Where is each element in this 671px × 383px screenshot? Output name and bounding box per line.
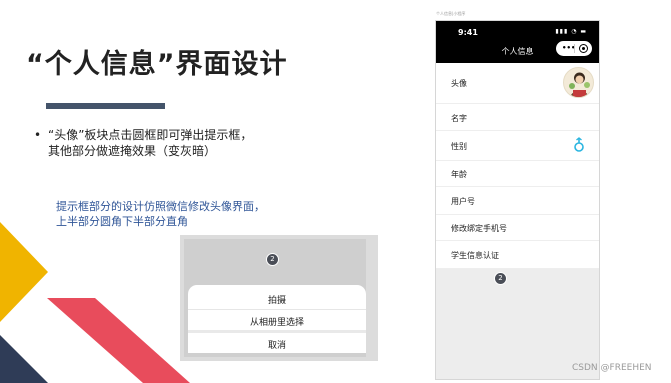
slide-title: “个人信息”界面设计 — [26, 49, 288, 80]
sheet-divider — [188, 309, 366, 310]
row-student-verify-label: 学生信息认证 — [451, 251, 499, 260]
choose-from-album-option[interactable]: 从相册里选择 — [188, 315, 366, 328]
sheet-cancel-divider — [188, 330, 366, 333]
row-age-label: 年龄 — [451, 170, 467, 179]
row-user-id-label: 用户号 — [451, 197, 475, 206]
close-circle-icon[interactable] — [579, 44, 588, 53]
row-gender[interactable]: 性别 — [436, 131, 599, 161]
status-time: 9:41 — [458, 28, 478, 37]
row-gender-label: 性别 — [451, 142, 467, 151]
title-underline — [46, 103, 165, 109]
phone-caption: 个人信息|小程序 — [436, 11, 466, 16]
design-note-line-1: 提示框部分的设计仿照微信修改头像界面， — [56, 200, 265, 213]
phone-header: 9:41 ▮▮▮ ◔ ▬ 个人信息 ••• — [436, 21, 599, 63]
row-change-phone[interactable]: 修改绑定手机号 — [436, 215, 599, 241]
cancel-option[interactable]: 取消 — [188, 338, 366, 351]
status-icons: ▮▮▮ ◔ ▬ — [555, 28, 587, 35]
row-avatar-label: 头像 — [451, 79, 467, 88]
watermark: CSDN @FREEHEN — [572, 363, 652, 373]
row-user-id[interactable]: 用户号 — [436, 187, 599, 215]
row-avatar[interactable]: 头像 — [436, 63, 599, 104]
modal-mockup: 2 拍摄 从相册里选择 取消 — [180, 235, 378, 361]
row-student-verify[interactable]: 学生信息认证 — [436, 241, 599, 269]
avatar[interactable] — [563, 67, 594, 98]
action-sheet: 拍摄 从相册里选择 取消 — [188, 285, 366, 353]
bullet-line-1: “头像”板块点击圆框即可弹出提示框， — [48, 128, 253, 142]
row-name[interactable]: 名字 — [436, 104, 599, 131]
yellow-triangle — [0, 222, 48, 322]
row-name-label: 名字 — [451, 114, 467, 123]
menu-capsule[interactable]: ••• — [556, 41, 592, 56]
bullet-marker: • — [34, 128, 42, 142]
step-badge: 2 — [494, 272, 507, 285]
navy-triangle — [0, 335, 48, 383]
bullet-line-2: 其他部分做遮掩效果（变灰暗） — [48, 144, 217, 158]
step-badge: 2 — [266, 253, 279, 266]
row-age[interactable]: 年龄 — [436, 161, 599, 187]
row-change-phone-label: 修改绑定手机号 — [451, 224, 507, 233]
red-stripe — [47, 298, 190, 383]
capsule-divider — [574, 44, 575, 53]
take-photo-option[interactable]: 拍摄 — [188, 293, 366, 306]
bullet-point: • “头像”板块点击圆框即可弹出提示框， 其他部分做遮掩效果（变灰暗） — [34, 127, 284, 159]
phone-mockup: 9:41 ▮▮▮ ◔ ▬ 个人信息 ••• 头像 名字 性别 年龄 用户号 修改… — [435, 20, 600, 380]
male-gender-icon — [573, 137, 585, 157]
info-list: 头像 名字 性别 年龄 用户号 修改绑定手机号 学生信息认证 — [436, 63, 599, 269]
